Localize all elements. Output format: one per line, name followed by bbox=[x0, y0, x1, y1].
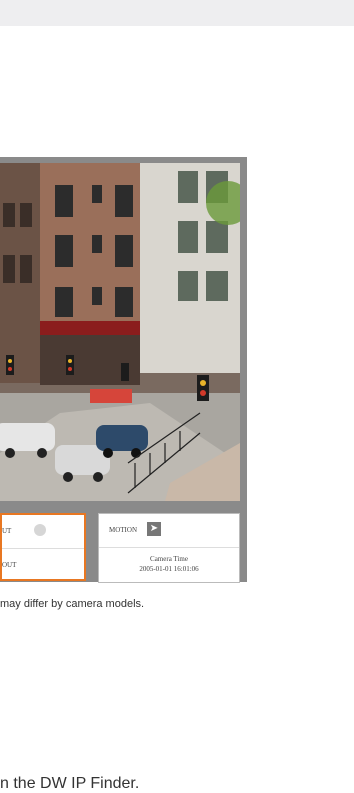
alarm-in-indicator-icon bbox=[34, 524, 46, 536]
camera-viewer: UT OUT MOTION ➤ Camera Time 2005-01-01 1… bbox=[0, 157, 247, 583]
motion-label: MOTION bbox=[109, 526, 137, 534]
camera-time-label: Camera Time bbox=[150, 555, 188, 563]
image-caption: may differ by camera models. bbox=[0, 598, 145, 610]
street-scene-image bbox=[0, 163, 240, 501]
alarm-io-panel[interactable]: UT OUT bbox=[0, 513, 86, 581]
motion-row: MOTION ➤ bbox=[99, 514, 239, 548]
alarm-in-label: UT bbox=[2, 527, 12, 535]
motion-panel: MOTION ➤ Camera Time 2005-01-01 16:01:06 bbox=[98, 513, 240, 583]
status-panel-row: UT OUT MOTION ➤ Camera Time 2005-01-01 1… bbox=[0, 511, 240, 586]
alarm-out-row: OUT bbox=[2, 549, 84, 583]
camera-time-display: Camera Time 2005-01-01 16:01:06 bbox=[99, 554, 239, 574]
alarm-out-label: OUT bbox=[2, 561, 17, 569]
camera-time-value: 2005-01-01 16:01:06 bbox=[139, 565, 199, 573]
running-person-icon: ➤ bbox=[147, 522, 161, 536]
live-video-image: UT OUT MOTION ➤ Camera Time 2005-01-01 1… bbox=[0, 163, 240, 656]
body-text: n the DW IP Finder. bbox=[0, 775, 140, 792]
alarm-in-row: UT bbox=[2, 515, 84, 549]
top-bar bbox=[0, 0, 354, 26]
